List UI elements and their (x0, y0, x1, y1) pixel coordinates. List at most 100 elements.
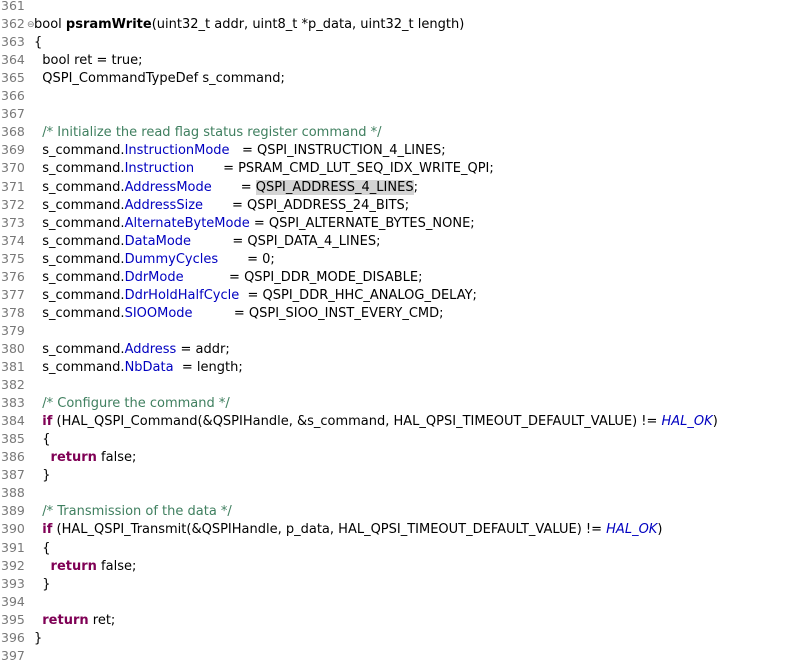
code-line[interactable]: 388 (0, 484, 34, 502)
code-token: ret; (88, 612, 116, 628)
code-line[interactable]: 367 (0, 105, 34, 123)
code-line[interactable]: 384 if (HAL_QSPI_Command(&QSPIHandle, &s… (0, 412, 718, 430)
comment-token: /* Initialize the read flag status regis… (42, 125, 382, 141)
line-number: 395 (1, 611, 25, 627)
code-token: s_command. (34, 269, 125, 285)
code-token: = 0; (218, 251, 275, 267)
code-token: = QSPI_SIOO_INST_EVERY_CMD; (192, 305, 444, 321)
line-number: 364 (1, 52, 25, 68)
code-text: return false; (34, 450, 137, 466)
code-text: if (HAL_QSPI_Transmit(&QSPIHandle, p_dat… (34, 522, 662, 537)
code-text: s_command.InstructionMode = QSPI_INSTRUC… (34, 143, 445, 159)
code-line[interactable]: 374 s_command.DataMode = QSPI_DATA_4_LIN… (0, 232, 380, 250)
field-token: SIOOMode (124, 305, 193, 321)
code-line[interactable]: 389 /* Transmission of the data */ (0, 502, 232, 520)
code-text: s_command.SIOOMode = QSPI_SIOO_INST_EVER… (34, 305, 444, 321)
code-token: } (34, 468, 51, 484)
code-line[interactable]: 366 (0, 87, 34, 105)
code-token: s_command. (34, 215, 125, 231)
code-token: false; (96, 450, 137, 466)
code-line[interactable]: 371 s_command.AddressMode = QSPI_ADDRESS… (0, 178, 418, 196)
code-token: s_command. (34, 341, 125, 357)
line-number: 396 (1, 629, 25, 645)
line-number: 384 (1, 413, 25, 429)
code-line[interactable]: 372 s_command.AddressSize = QSPI_ADDRESS… (0, 196, 409, 214)
code-text: /* Initialize the read flag status regis… (34, 125, 381, 140)
code-line[interactable]: 369 s_command.InstructionMode = QSPI_INS… (0, 141, 446, 159)
code-line[interactable]: 387 } (0, 466, 51, 484)
code-line[interactable]: 376 s_command.DdrMode = QSPI_DDR_MODE_DI… (0, 268, 422, 286)
code-token: s_command. (34, 287, 125, 303)
code-line[interactable]: 396} (0, 629, 42, 647)
code-token: s_command. (34, 360, 125, 375)
code-token: s_command. (34, 251, 125, 267)
code-line[interactable]: 363 { (0, 33, 42, 51)
code-text: s_command.DummyCycles = 0; (34, 252, 275, 267)
code-line[interactable]: 370 s_command.Instruction = PSRAM_CMD_LU… (0, 159, 494, 177)
code-line[interactable]: 391 { (0, 539, 51, 557)
code-line[interactable]: 394 (0, 593, 34, 611)
code-token: = QSPI_DDR_MODE_DISABLE; (183, 269, 423, 285)
keyword-token: return (50, 450, 97, 466)
code-text: { (34, 35, 42, 50)
code-text: return false; (34, 558, 137, 574)
field-token: NbData (124, 360, 174, 375)
code-token: = QSPI_ADDRESS_24_BITS; (203, 197, 410, 213)
line-number: 390 (1, 521, 25, 537)
keyword-token: if (42, 414, 53, 430)
code-line[interactable]: 368 /* Initialize the read flag status r… (0, 123, 381, 141)
field-token: AddressMode (124, 179, 212, 195)
code-line[interactable]: 379 (0, 322, 34, 340)
code-text: /* Transmission of the data */ (34, 504, 232, 519)
line-number: 369 (1, 142, 25, 158)
code-token: false; (96, 558, 137, 574)
code-line[interactable]: 390 if (HAL_QSPI_Transmit(&QSPIHandle, p… (0, 520, 662, 538)
code-text: s_command.DdrMode = QSPI_DDR_MODE_DISABL… (34, 270, 422, 285)
code-token: s_command. (34, 305, 125, 321)
macro-token: HAL_OK (661, 414, 713, 430)
code-line[interactable]: 375 s_command.DummyCycles = 0; (0, 250, 275, 268)
code-line[interactable]: 361 (0, 0, 34, 15)
fold-collapse-icon[interactable]: ⊖ (27, 16, 35, 34)
code-line[interactable]: 382 (0, 376, 34, 394)
code-line[interactable]: 380 s_command.Address = addr; (0, 340, 230, 358)
comment-token: /* Transmission of the data */ (42, 504, 232, 520)
code-line[interactable]: 381 s_command.NbData = length; (0, 358, 243, 376)
code-token: s_command. (34, 179, 125, 195)
code-token: (HAL_QSPI_Command(&QSPIHandle, &s_comman… (52, 414, 662, 430)
code-text: s_command.Instruction = PSRAM_CMD_LUT_SE… (34, 161, 494, 176)
code-token: s_command. (34, 197, 125, 213)
code-line[interactable]: 385 { (0, 430, 51, 448)
field-token: InstructionMode (124, 143, 230, 159)
code-text: /* Configure the command */ (34, 396, 230, 411)
code-token: s_command. (34, 161, 125, 177)
line-number: 363 (1, 34, 25, 50)
code-token: = length; (173, 360, 243, 375)
code-line[interactable]: 377 s_command.DdrHoldHalfCycle = QSPI_DD… (0, 286, 477, 304)
code-line[interactable]: 395 return ret; (0, 611, 115, 629)
code-text: s_command.NbData = length; (34, 360, 243, 375)
line-number: 392 (1, 557, 25, 573)
code-line[interactable]: 364 bool ret = true; (0, 51, 143, 69)
line-number: 377 (1, 286, 25, 302)
code-line[interactable]: 397 (0, 647, 34, 665)
code-editor[interactable]: 361 362 ⊖bool psramWrite(uint32_t addr, ui… (0, 0, 800, 671)
line-number: 389 (1, 503, 25, 519)
code-line[interactable]: 373 s_command.AlternateByteMode = QSPI_A… (0, 214, 475, 232)
code-line[interactable]: 386 return false; (0, 448, 136, 466)
code-line[interactable]: 392 return false; (0, 557, 136, 575)
line-number: 391 (1, 539, 25, 555)
line-number: 367 (1, 106, 25, 122)
code-line[interactable]: 378 s_command.SIOOMode = QSPI_SIOO_INST_… (0, 304, 444, 322)
code-line[interactable]: 393 } (0, 575, 51, 593)
code-token: ; (413, 179, 418, 195)
code-text: if (HAL_QSPI_Command(&QSPIHandle, &s_com… (34, 414, 718, 429)
line-number: 370 (1, 160, 25, 176)
code-line[interactable]: 383 /* Configure the command */ (0, 394, 230, 412)
line-number: 375 (1, 250, 25, 266)
line-number: 380 (1, 340, 25, 356)
code-line[interactable]: 362 ⊖bool psramWrite(uint32_t addr, uint8… (0, 15, 464, 33)
code-line[interactable]: 365 QSPI_CommandTypeDef s_command; (0, 69, 285, 87)
field-token: DummyCycles (124, 251, 219, 267)
